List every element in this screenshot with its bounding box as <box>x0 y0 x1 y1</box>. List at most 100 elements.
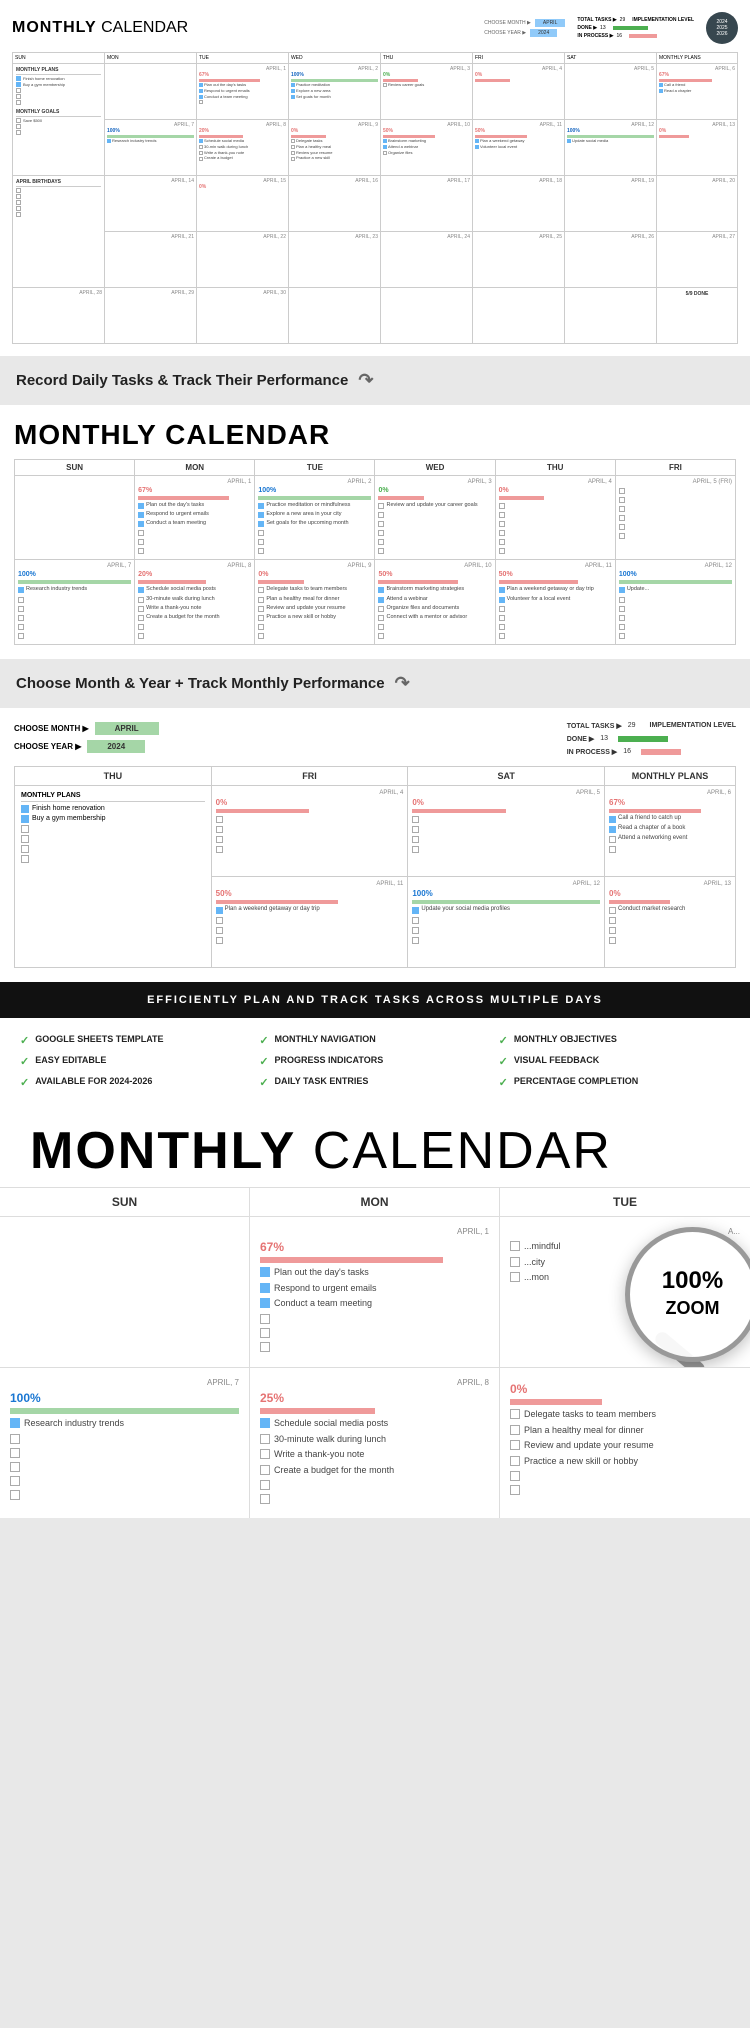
month-control[interactable]: CHOOSE MONTH ▶ APRIL <box>14 722 159 735</box>
day-header-tue: TUE <box>197 53 288 63</box>
table-row: APRIL, 29 <box>105 288 196 343</box>
med-day-sun: SUN <box>15 460 134 475</box>
table-row: A... ...mindful ...city ...mon 100%ZOOM <box>500 1217 750 1367</box>
table-row: APRIL, 4 0% <box>212 786 408 876</box>
table-row <box>473 288 564 343</box>
table-row: APRIL, 12 100% Update... <box>616 560 735 644</box>
feature-monthly-nav: ✓ MONTHLY NAVIGATION <box>259 1034 490 1047</box>
table-row: APRIL, 20 <box>657 176 737 231</box>
divider-text-1: Record Daily Tasks & Track Their Perform… <box>0 356 750 405</box>
large-day-mon: MON <box>250 1188 500 1216</box>
year-value[interactable]: 2024 <box>87 740 145 753</box>
feature-monthly-obj: ✓ MONTHLY OBJECTIVES <box>499 1034 730 1047</box>
year-badge: 2024 2025 2026 <box>706 12 738 44</box>
table-row: APRIL, 2 100% Practice meditation or min… <box>255 476 374 559</box>
table-row <box>0 1217 250 1367</box>
table-row: APRIL, 6 67% Call a friend to catch up R… <box>605 786 735 876</box>
section-large-zoom: MONTHLY CALENDAR SUN MON TUE APRIL, 1 67… <box>0 1105 750 1518</box>
day-header-thu: THU <box>381 53 472 63</box>
table-row: APRIL, 4 0% <box>473 64 564 119</box>
day-header-wed: WED <box>289 53 380 63</box>
table-row: APRIL, 17 <box>381 176 472 231</box>
table-row: APRIL, 7 100% Research industry trends <box>105 120 196 175</box>
med-day-thu: THU <box>496 460 615 475</box>
table-row: APRIL, 9 0% Delegate tasks Plan a health… <box>289 120 380 175</box>
large-day-tue: TUE <box>500 1188 750 1216</box>
table-row: APRIL, 26 <box>565 232 656 287</box>
feature-progress: ✓ PROGRESS INDICATORS <box>259 1055 490 1068</box>
table-row: APRIL, 16 <box>289 176 380 231</box>
main-title-small: MONTHLY CALENDAR <box>12 19 188 37</box>
table-row: APRIL, 15 0% <box>197 176 288 231</box>
table-row: APRIL, 25 <box>473 232 564 287</box>
table-row: APRIL, 8 20% Schedule social media posts… <box>135 560 254 644</box>
partial-hdr-fri: FRI <box>212 767 408 785</box>
table-row: APRIL, 13 0% Conduct market research <box>605 877 735 967</box>
feature-years: ✓ AVAILABLE FOR 2024-2026 <box>20 1076 251 1089</box>
table-row: APRIL, 2 100% Practice meditation Explor… <box>289 64 380 119</box>
med-day-fri: FRI <box>616 460 735 475</box>
table-row: APRIL, 6 67% Call a friend Read a chapte… <box>657 64 737 119</box>
year-control[interactable]: CHOOSE YEAR ▶ 2024 <box>14 740 159 753</box>
table-row: APRIL, 10 50% Brainstorm marketing strat… <box>375 560 494 644</box>
table-row: APRIL, 5 0% <box>408 786 604 876</box>
feature-daily-tasks: ✓ DAILY TASK ENTRIES <box>259 1076 490 1089</box>
table-row: APRIL, 18 <box>473 176 564 231</box>
zoom-circle: 100%ZOOM <box>625 1227 750 1362</box>
partial-hdr-sat: SAT <box>408 767 604 785</box>
table-row: APRIL, 12 100% Update your social media … <box>408 877 604 967</box>
section-full-calendar: MONTHLY CALENDAR CHOOSE MONTH ▶ APRIL CH… <box>0 0 750 356</box>
table-row <box>105 64 196 119</box>
feature-google-sheets: ✓ GOOGLE SHEETS TEMPLATE <box>20 1034 251 1047</box>
efficiency-banner: EFFICIENTLY PLAN AND TRACK TASKS ACROSS … <box>0 982 750 1018</box>
ctrl-monthly-plans: MONTHLY PLANS Finish home renovation Buy… <box>15 786 211 967</box>
table-row: APRIL, 3 0% Review career goals <box>381 64 472 119</box>
med-day-wed: WED <box>375 460 494 475</box>
table-row: APRIL, 22 <box>197 232 288 287</box>
table-row: APRIL, 7 100% Research industry trends <box>0 1368 250 1518</box>
large-day-sun: SUN <box>0 1188 250 1216</box>
table-row: APRIL, 3 0% Review and update your caree… <box>375 476 494 559</box>
day-header-fri: FRI <box>473 53 564 63</box>
med-day-mon: MON <box>135 460 254 475</box>
birthdays-panel: APRIL BIRTHDAYS <box>13 176 104 287</box>
table-row: 0% Delegate tasks to team members Plan a… <box>500 1368 750 1518</box>
table-row: APRIL, 4 0% <box>496 476 615 559</box>
table-row <box>565 288 656 343</box>
feature-visual: ✓ VISUAL FEEDBACK <box>499 1055 730 1068</box>
table-row: APRIL, 5 <box>565 64 656 119</box>
table-row: APRIL, 19 <box>565 176 656 231</box>
section-medium-calendar: MONTHLY CALENDAR SUN MON TUE WED THU FRI… <box>0 405 750 659</box>
day-header-mon: MON <box>105 53 196 63</box>
table-row: APRIL, 28 <box>13 288 104 343</box>
table-row: APRIL, 11 50% Plan a weekend getaway or … <box>496 560 615 644</box>
table-row <box>381 288 472 343</box>
table-row: APRIL, 14 <box>105 176 196 231</box>
partial-hdr-thu: THU <box>15 767 211 785</box>
medium-calendar-grid: SUN MON TUE WED THU FRI APRIL, 1 67% Pla… <box>14 459 736 645</box>
table-row: APRIL, 1 67% Plan out the day's tasks Re… <box>250 1217 500 1367</box>
table-row: APRIL, 8 20% Schedule social media 30-mi… <box>197 120 288 175</box>
day-header-sun: SUN <box>13 53 104 63</box>
section-controls-calendar: CHOOSE MONTH ▶ APRIL CHOOSE YEAR ▶ 2024 … <box>0 708 750 982</box>
features-section: ✓ GOOGLE SHEETS TEMPLATE ✓ MONTHLY NAVIG… <box>0 1018 750 1105</box>
table-row: APRIL, 24 <box>381 232 472 287</box>
table-row: APRIL, 1 67% Plan out the day's tasks Re… <box>135 476 254 559</box>
partial-hdr-plans: MONTHLY PLANS <box>605 767 735 785</box>
table-row: APRIL, 13 0% <box>657 120 737 175</box>
arrow-icon-2: ↷ <box>395 673 410 694</box>
table-row: APRIL, 27 <box>657 232 737 287</box>
table-row: APRIL, 8 25% Schedule social media posts… <box>250 1368 500 1518</box>
table-row: APRIL, 23 <box>289 232 380 287</box>
table-row: APRIL, 30 <box>197 288 288 343</box>
divider-text-2: Choose Month & Year + Track Monthly Perf… <box>0 659 750 708</box>
large-row-1: APRIL, 1 67% Plan out the day's tasks Re… <box>0 1217 750 1368</box>
monthly-plans-panel: MONTHLY PLANS Finish home renovation Buy… <box>13 64 104 175</box>
med-day-tue: TUE <box>255 460 374 475</box>
month-value[interactable]: APRIL <box>95 722 159 735</box>
table-row: APRIL, 11 50% Plan a weekend getaway or … <box>212 877 408 967</box>
month-year-controls-small: CHOOSE MONTH ▶ APRIL CHOOSE YEAR ▶ 2024 <box>484 19 565 37</box>
table-row: APRIL, 11 50% Plan a weekend getaway Vol… <box>473 120 564 175</box>
table-row: APRIL, 1 67% Plan out the day's tasks Re… <box>197 64 288 119</box>
table-row: APRIL, 12 100% Update social media <box>565 120 656 175</box>
